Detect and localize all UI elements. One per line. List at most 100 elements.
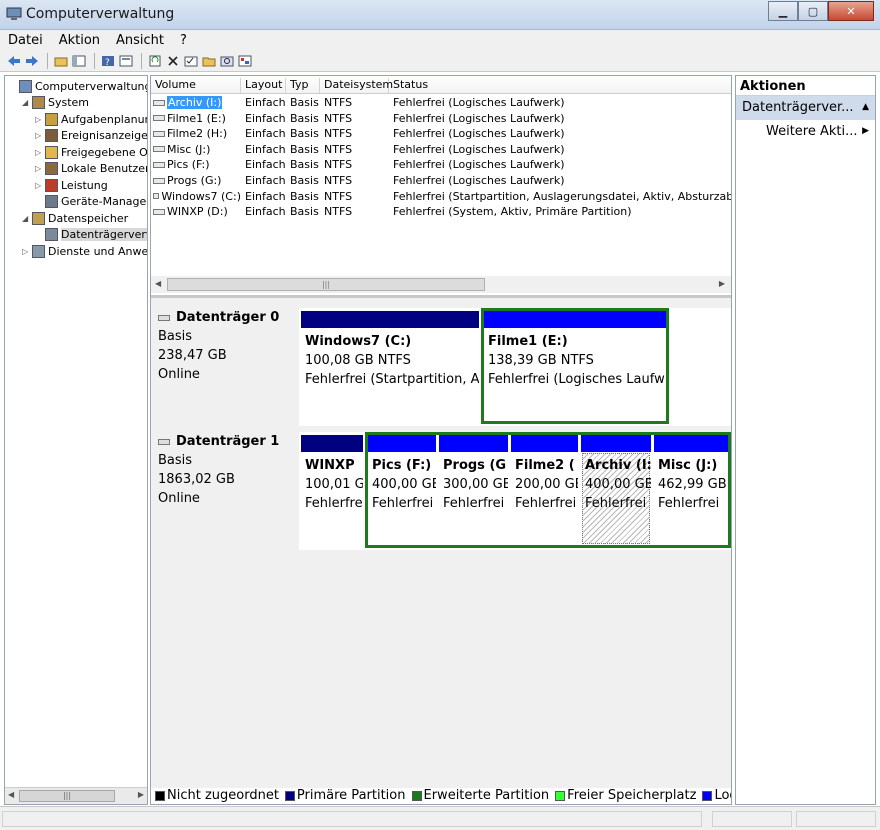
up-folder-icon[interactable]: [53, 53, 69, 69]
actions-section-disk-management[interactable]: Datenträgerver... ▲: [736, 96, 875, 120]
collapse-up-icon[interactable]: ▲: [862, 102, 869, 112]
properties-icon[interactable]: [118, 53, 134, 69]
console-tree: Computerverwaltung (Lo◢System▷Aufgabenpl…: [4, 75, 148, 805]
scroll-left-icon[interactable]: ◀: [155, 279, 161, 288]
checklist-icon[interactable]: [183, 53, 199, 69]
table-row[interactable]: WINXP (D:) Einfach Basis NTFS Fehlerfrei (Sy…: [151, 204, 731, 220]
tree-item[interactable]: Datenträgerverwalt: [35, 227, 147, 243]
tree-item[interactable]: ▷ Ereignisanzeige: [35, 128, 147, 144]
expand-arrow-icon[interactable]: ▷: [22, 247, 32, 256]
partition-filme2[interactable]: Filme2 ( 200,00 GE Fehlerfrei: [511, 435, 578, 545]
tree-item[interactable]: ▷ Lokale Benutzer un: [35, 161, 147, 177]
partition-status: Fehlerfrei: [658, 496, 720, 511]
disk-1-name: Datenträger 1: [176, 434, 280, 449]
scroll-thumb[interactable]: |||: [19, 790, 115, 802]
tools-icon: [32, 96, 45, 109]
expand-arrow-icon[interactable]: ◢: [22, 214, 32, 223]
partition-size: 200,00 GE: [515, 477, 578, 492]
volume-table-header: Volume Layout Typ Dateisystem Status: [151, 76, 731, 94]
menu-datei[interactable]: Datei: [6, 33, 45, 48]
partition-filme1[interactable]: Filme1 (E:) 138,39 GB NTFS Fehlerfrei (L…: [484, 311, 666, 421]
submenu-arrow-icon: ▶: [862, 126, 869, 136]
expand-arrow-icon[interactable]: ▷: [35, 181, 45, 190]
volume-layout: Einfach: [245, 174, 286, 187]
scroll-left-icon[interactable]: ◀: [8, 790, 14, 799]
window-title-bar[interactable]: Computerverwaltung ▁ ▢ ✕: [0, 0, 880, 30]
column-typ[interactable]: Typ: [286, 78, 320, 93]
expand-arrow-icon[interactable]: ▷: [35, 148, 45, 157]
storage-icon: [32, 211, 45, 225]
tree-item[interactable]: Computerverwaltung (Lo: [9, 78, 147, 94]
volume-type: Basis: [290, 189, 319, 203]
scroll-right-icon[interactable]: ▶: [138, 790, 144, 799]
search-disk-icon[interactable]: [219, 53, 235, 69]
menu-help[interactable]: ?: [178, 33, 189, 48]
partition-pics[interactable]: Pics (F:) 400,00 GE Fehlerfrei: [368, 435, 436, 545]
back-arrow-icon[interactable]: [6, 53, 22, 69]
menu-ansicht[interactable]: Ansicht: [114, 33, 166, 48]
toolbar-separator: [94, 53, 95, 69]
column-dateisystem[interactable]: Dateisystem: [320, 78, 393, 93]
tree-item[interactable]: ◢ System: [22, 95, 89, 111]
more-actions-item[interactable]: Weitere Akti... ▶: [736, 122, 875, 142]
partition-size: 100,08 GB NTFS: [305, 353, 411, 368]
open-folder-icon[interactable]: [201, 53, 217, 69]
volume-status: Fehlerfrei (Logisches Laufwerk): [393, 174, 565, 187]
volume-list-scrollbar[interactable]: ◀ ||| ▶: [151, 276, 731, 293]
table-row[interactable]: Pics (F:) Einfach Basis NTFS Fehlerfrei (Log…: [151, 157, 731, 173]
table-row[interactable]: Windows7 (C:) Einfach Basis NTFS Fehlerfrei …: [151, 189, 731, 205]
expand-arrow-icon[interactable]: ▷: [35, 115, 45, 124]
delete-icon[interactable]: [165, 53, 181, 69]
volume-icon: [153, 146, 165, 153]
partition-status: Fehlerfrei: [372, 496, 434, 511]
partition-winxp[interactable]: WINXP 100,01 G Fehlerfre: [301, 435, 363, 545]
column-layout[interactable]: Layout: [241, 78, 286, 93]
expand-arrow-icon[interactable]: ▷: [35, 164, 45, 173]
partition-windows7[interactable]: Windows7 (C:) 100,08 GB NTFS Fehlerfrei …: [301, 311, 479, 421]
column-status[interactable]: Status: [389, 78, 731, 93]
partition-name: Pics (F:): [372, 458, 432, 473]
column-volume[interactable]: Volume: [151, 78, 241, 93]
table-row[interactable]: Misc (J:) Einfach Basis NTFS Fehlerfrei (Log…: [151, 142, 731, 158]
partition-misc[interactable]: Misc (J:) 462,99 GB Fehlerfrei: [654, 435, 728, 545]
partition-archiv[interactable]: Archiv (I: 400,00 GB Fehlerfrei: [581, 435, 651, 545]
menu-aktion[interactable]: Aktion: [57, 33, 102, 48]
folder-icon: [45, 145, 58, 159]
users-icon: [45, 162, 58, 175]
forward-arrow-icon[interactable]: [24, 53, 40, 69]
legend-item: Primäre Partition: [284, 788, 406, 803]
tree-item[interactable]: ▷ Dienste und Anwendu: [22, 243, 148, 259]
volume-layout: Einfach: [245, 111, 286, 125]
tree-scrollbar[interactable]: ◀ ||| ▶: [5, 787, 147, 804]
scroll-thumb[interactable]: |||: [167, 278, 485, 291]
partition-status: Fehlerfre: [305, 496, 363, 511]
table-row[interactable]: Filme2 (H:) Einfach Basis NTFS Fehlerfrei (L…: [151, 126, 731, 142]
table-row[interactable]: Progs (G:) Einfach Basis NTFS Fehlerfrei (Lo…: [151, 173, 731, 189]
volume-filesystem: NTFS: [324, 96, 353, 109]
table-row[interactable]: Archiv (I:) Einfach Basis NTFS Fehlerfrei (L…: [151, 95, 731, 111]
maximize-button[interactable]: ▢: [798, 1, 828, 21]
close-button[interactable]: ✕: [828, 1, 874, 21]
partition-progs[interactable]: Progs (G 300,00 GE Fehlerfrei: [439, 435, 508, 545]
minimize-button[interactable]: ▁: [768, 1, 798, 21]
scroll-right-icon[interactable]: ▶: [719, 279, 725, 288]
expand-arrow-icon[interactable]: ▷: [35, 131, 45, 140]
table-row[interactable]: Filme1 (E:) Einfach Basis NTFS Fehlerfrei (L…: [151, 111, 731, 127]
tree-item-label: Dienste und Anwendu: [48, 244, 148, 258]
disk-0-label[interactable]: Datenträger 0 Basis 238,47 GB Online: [151, 308, 299, 426]
expand-arrow-icon[interactable]: ◢: [22, 98, 32, 107]
refresh-icon[interactable]: [147, 53, 163, 69]
settings-list-icon[interactable]: [237, 53, 253, 69]
volume-status: Fehlerfrei (System, Aktiv, Primäre Parti…: [393, 205, 632, 219]
tree-item[interactable]: ◢ Datenspeicher: [22, 210, 128, 226]
console-tree-icon[interactable]: [71, 53, 87, 69]
disk-1-label[interactable]: Datenträger 1 Basis 1863,02 GB Online: [151, 432, 299, 550]
tree-item[interactable]: ▷ Freigegebene Ordr: [35, 144, 147, 160]
logical-drive-bar: [511, 435, 578, 452]
tree-item[interactable]: ▷ Aufgabenplanung: [35, 111, 147, 127]
help-icon[interactable]: ?: [100, 53, 116, 69]
logical-drive-bar: [439, 435, 508, 452]
tree-item[interactable]: ▷ Leistung: [35, 177, 108, 193]
tree-item[interactable]: Geräte-Manager: [35, 194, 147, 210]
volume-status: Fehlerfrei (Logisches Laufwerk): [393, 158, 565, 172]
